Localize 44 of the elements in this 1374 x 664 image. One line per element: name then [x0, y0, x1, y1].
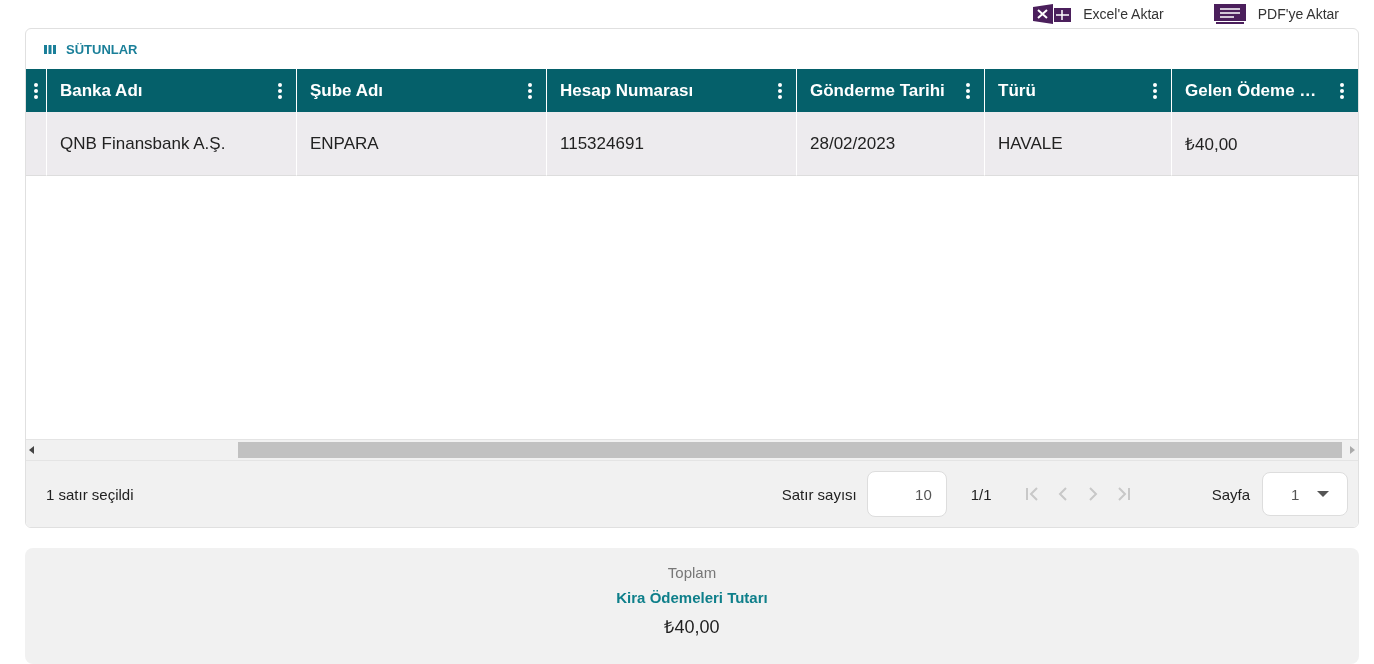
selection-count: 1 satır seçildi	[46, 485, 134, 503]
more-options-icon	[528, 82, 532, 99]
column-title: Şube Adı	[310, 80, 384, 101]
spreadsheet-icon	[1033, 4, 1072, 24]
column-title: Banka Adı	[60, 80, 143, 101]
table-cell: ₺40,00	[1171, 112, 1358, 176]
more-options-icon	[1340, 82, 1344, 99]
table-cell: ENPARA	[296, 112, 546, 176]
column-header[interactable]: Şube Adı	[296, 69, 546, 112]
table-cell: QNB Finansbank A.Ş.	[46, 112, 296, 176]
scrollbar-thumb[interactable]	[238, 442, 1342, 458]
dropdown-caret-icon	[1317, 491, 1330, 497]
more-options-icon	[1153, 82, 1157, 99]
column-title: Gönderme Tarihi	[810, 80, 945, 101]
export-button[interactable]: PDF'ye Aktar	[1213, 4, 1339, 24]
column-header[interactable]: Hesap Numarası	[546, 69, 796, 112]
summary-value: ₺40,00	[664, 616, 720, 638]
table-cell: 115324691	[546, 112, 796, 176]
more-options-icon	[34, 82, 38, 99]
page-label: Sayfa	[1211, 485, 1250, 503]
summary-caption: Toplam	[667, 564, 717, 581]
column-header[interactable]: Türü	[984, 69, 1171, 112]
row-select-cell[interactable]	[26, 112, 46, 176]
rows-per-page-field[interactable]: 10	[866, 471, 947, 517]
summary-title: Kira Ödemeleri Tutarı	[616, 589, 768, 606]
column-title: Türü	[998, 80, 1036, 101]
pdf-file-icon	[1213, 4, 1246, 24]
more-options-icon	[278, 82, 282, 99]
columns-button[interactable]: SÜTUNLAR	[44, 41, 138, 57]
column-header[interactable]: Gelen Ödeme …	[1171, 69, 1358, 112]
more-options-icon	[966, 82, 970, 99]
table-cell: HAVALE	[984, 112, 1171, 176]
column-header[interactable]: Banka Adı	[46, 69, 296, 112]
more-options-icon	[778, 82, 782, 99]
page-select[interactable]: 1	[1262, 472, 1348, 516]
page-info: 1/1	[970, 485, 992, 503]
horizontal-scrollbar[interactable]	[26, 439, 1358, 461]
column-title: Gelen Ödeme …	[1185, 80, 1317, 101]
columns-icon	[44, 44, 56, 54]
table-cell: 28/02/2023	[796, 112, 984, 176]
export-button[interactable]: Excel'e Aktar	[1033, 4, 1164, 24]
column-title: Hesap Numarası	[560, 80, 694, 101]
rows-per-page-label: Satır sayısı	[781, 485, 857, 503]
column-header[interactable]: Gönderme Tarihi	[796, 69, 984, 112]
